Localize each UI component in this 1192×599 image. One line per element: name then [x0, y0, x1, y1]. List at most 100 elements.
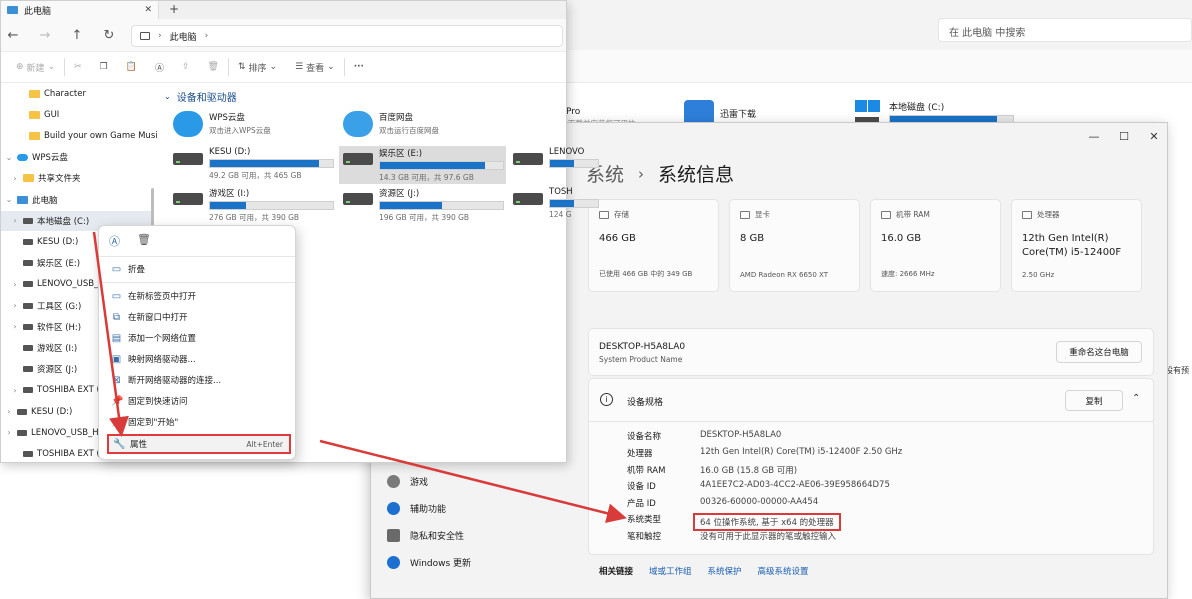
nav-item[interactable]: GUI: [17, 104, 59, 125]
chevron-right-icon[interactable]: ›: [11, 280, 19, 289]
nav-item[interactable]: › 工具区 (G:): [11, 295, 81, 316]
nav-item[interactable]: 游戏区 (I:): [11, 337, 77, 358]
nav-windows-update[interactable]: Windows 更新: [387, 549, 471, 575]
chevron-right-icon[interactable]: ›: [11, 216, 19, 225]
menu-item-add-network-location[interactable]: ▤ 添加一个网络位置: [107, 328, 291, 348]
delete-icon[interactable]: 🗑: [199, 52, 228, 82]
related-links-label: 相关链接: [599, 567, 634, 577]
bg-tile-name: 本地磁盘 (C:): [889, 103, 945, 113]
nav-item-label: 工具区 (G:): [37, 301, 82, 312]
chevron-right-icon[interactable]: ›: [11, 174, 19, 183]
nav-accessibility[interactable]: 辅助功能: [387, 495, 446, 521]
drive-tile[interactable]: 游戏区 (I:) 276 GB 可用，共 390 GB: [173, 187, 334, 223]
close-tab-icon[interactable]: ✕: [144, 5, 152, 15]
chevron-down-icon[interactable]: ⌄: [5, 195, 13, 204]
rename-icon[interactable]: Ⓐ: [146, 52, 173, 82]
nav-item[interactable]: Build your own Game Music S: [17, 125, 157, 146]
view-button[interactable]: ☰ 查看 ⌄: [286, 52, 344, 82]
new-button[interactable]: ⊕ 新建 ⌄: [7, 52, 64, 82]
nav-item[interactable]: › LENOVO_USB_H: [11, 274, 104, 295]
spec-card-storage[interactable]: 存储 466 GB 已使用 466 GB 中的 349 GB: [588, 199, 719, 292]
spec-card-gpu[interactable]: 显卡 8 GB AMD Radeon RX 6650 XT: [729, 199, 860, 292]
chevron-up-icon[interactable]: ⌃: [1132, 393, 1140, 404]
link-domain-workgroup[interactable]: 域或工作组: [649, 565, 692, 577]
menu-item-open-new-tab[interactable]: ▭ 在新标签页中打开: [107, 286, 291, 306]
menu-item-pin-quick-access[interactable]: 📌 固定到快速访问: [107, 391, 291, 411]
breadcrumb-this-pc[interactable]: 此电脑: [170, 30, 197, 43]
app-tile[interactable]: 百度网盘 双击运行百度网盘: [343, 111, 439, 137]
nav-item[interactable]: › 共享文件夹: [11, 168, 80, 189]
drive-tile[interactable]: KESU (D:) 49.2 GB 可用，共 465 GB: [173, 147, 334, 181]
menu-item-collapse[interactable]: ▭ 折叠: [107, 259, 291, 279]
nav-item[interactable]: › 软件区 (H:): [11, 316, 81, 337]
drive-tile[interactable]: TOSH 124 G: [513, 187, 599, 219]
forward-icon[interactable]: →: [35, 25, 55, 45]
nav-item[interactable]: › 本地磁盘 (C:): [11, 210, 89, 231]
chevron-right-icon[interactable]: ›: [11, 386, 19, 395]
new-tab-icon[interactable]: +: [169, 2, 179, 16]
pc-name: DESKTOP-H5A8LA0: [599, 342, 686, 352]
rename-icon[interactable]: Ⓐ: [109, 233, 123, 248]
link-system-protection[interactable]: 系统保护: [708, 565, 742, 577]
nav-item[interactable]: ⌄ WPS云盘: [5, 147, 68, 168]
nav-item[interactable]: KESU (D:): [11, 231, 78, 252]
link-advanced-settings[interactable]: 高级系统设置: [758, 565, 809, 577]
chevron-right-icon[interactable]: ›: [5, 407, 13, 416]
refresh-icon[interactable]: ↻: [99, 25, 119, 45]
chevron-down-icon[interactable]: ⌄: [5, 153, 13, 162]
nav-item[interactable]: TOSHIBA EXT (K:): [11, 443, 112, 463]
spec-card-cpu[interactable]: 处理器 12th Gen Intel(R) Core(TM) i5-12400F…: [1011, 199, 1142, 292]
app-tile[interactable]: WPS云盘 双击进入WPS云盘: [173, 111, 271, 137]
close-button[interactable]: ✕: [1139, 123, 1169, 149]
nav-item[interactable]: ⌄ 此电脑: [5, 189, 58, 210]
paste-icon[interactable]: 📋: [117, 52, 146, 82]
new-window-icon: ⧉: [112, 311, 121, 323]
chevron-right-icon[interactable]: ›: [11, 322, 19, 331]
nav-scrollbar[interactable]: [151, 188, 154, 228]
nav-item[interactable]: Character: [17, 83, 86, 104]
drive-tile[interactable]: 资源区 (J:) 196 GB 可用，共 390 GB: [343, 187, 504, 223]
sort-button[interactable]: ⇅ 排序 ⌄: [229, 52, 286, 82]
device-spec-header[interactable]: i 设备规格 复制 ⌃: [588, 378, 1154, 422]
rename-pc-button[interactable]: 重命名这台电脑: [1056, 341, 1142, 363]
nav-privacy[interactable]: 隐私和安全性: [387, 522, 464, 548]
nav-item[interactable]: 资源区 (J:): [11, 359, 77, 380]
drive-tile[interactable]: LENOVO: [513, 147, 599, 170]
menu-item-map-network-drive[interactable]: ▣ 映射网络驱动器...: [107, 349, 291, 369]
spec-card-ram[interactable]: 机带 RAM 16.0 GB 速度: 2666 MHz: [870, 199, 1001, 292]
nav-item[interactable]: 娱乐区 (E:): [11, 253, 80, 274]
back-icon[interactable]: ←: [3, 25, 23, 45]
spec-val: DESKTOP-H5A8LA0: [700, 430, 782, 440]
minimize-button[interactable]: —: [1079, 123, 1109, 149]
copy-button[interactable]: 复制: [1065, 390, 1123, 411]
menu-separator: [99, 256, 295, 257]
chevron-down-icon: ⌄: [269, 62, 278, 72]
background-search-input[interactable]: 在 此电脑 中搜索: [938, 18, 1192, 42]
menu-item-properties[interactable]: 🔧 属性 Alt+Enter: [107, 434, 291, 454]
cut-icon[interactable]: ✂: [65, 52, 91, 82]
chevron-right-icon[interactable]: ›: [11, 301, 19, 310]
cpu-icon: [1022, 210, 1032, 219]
tab-this-pc[interactable]: 此电脑 ✕: [1, 1, 159, 19]
nav-item[interactable]: › TOSHIBA EXT (K: [11, 380, 105, 401]
nav-item-label: 娱乐区 (E:): [37, 259, 81, 270]
copy-icon[interactable]: ❐: [91, 52, 117, 82]
drive-tile[interactable]: 娱乐区 (E:) 14.3 GB 可用，共 97.6 GB: [343, 147, 504, 183]
more-options-button[interactable]: ···: [345, 52, 373, 82]
drive-name: 游戏区 (I:): [209, 189, 250, 199]
nav-item[interactable]: › LENOVO_USB_HD: [5, 422, 105, 443]
menu-item-disconnect-drive[interactable]: ⊠ 断开网络驱动器的连接...: [107, 370, 291, 390]
delete-icon[interactable]: 🗑: [137, 233, 151, 247]
group-header[interactable]: ⌄ 设备和驱动器: [164, 89, 237, 104]
nav-gaming[interactable]: 游戏: [387, 468, 428, 494]
breadcrumb[interactable]: › 此电脑 ›: [131, 25, 563, 47]
chevron-down-icon: ⌄: [327, 62, 335, 72]
maximize-button[interactable]: ☐: [1109, 123, 1139, 149]
menu-item-open-new-window[interactable]: ⧉ 在新窗口中打开: [107, 307, 291, 327]
cloud-icon: [17, 153, 28, 161]
up-icon[interactable]: ↑: [67, 25, 87, 45]
menu-item-pin-start[interactable]: 📌 固定到"开始": [107, 412, 291, 432]
share-icon[interactable]: ⇪: [173, 52, 199, 82]
chevron-right-icon[interactable]: ›: [5, 428, 13, 437]
nav-item[interactable]: › KESU (D:): [5, 401, 72, 422]
